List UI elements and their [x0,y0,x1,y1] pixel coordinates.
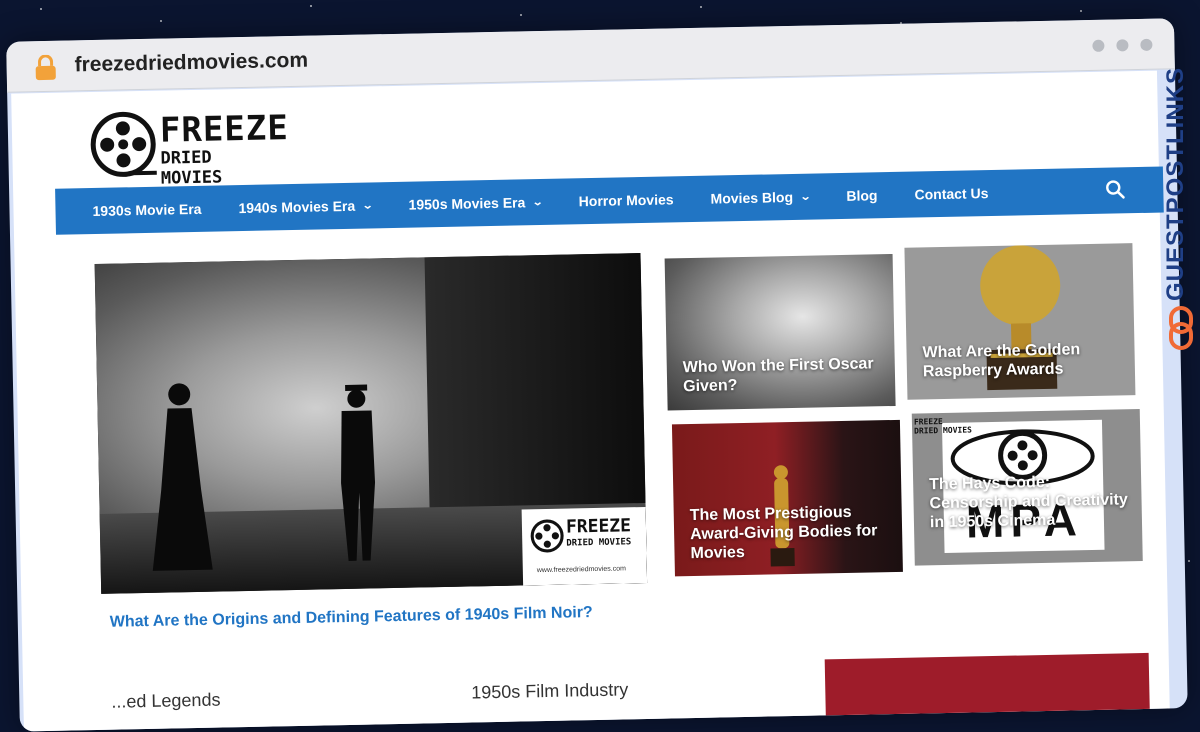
hero-article-link[interactable]: What Are the Origins and Defining Featur… [110,604,593,632]
star [40,8,42,10]
article-card-title[interactable]: The Most Prestigious Award-Giving Bodies… [690,502,891,563]
chevron-down-icon: ⌄ [361,199,374,212]
nav-item-blog[interactable]: Blog [827,187,895,204]
man-silhouette-icon [341,384,376,561]
window-dot[interactable] [1140,38,1153,51]
nav-item-label: 1950s Movies Era [408,194,526,213]
brand-text-b: LINKS [1162,66,1189,144]
watermark-subtitle: DRIED MOVIES [566,537,632,549]
window-controls [1092,38,1153,52]
watermark-title: FREEZE [565,515,632,538]
nav-item-label: Movies Blog [710,188,794,207]
star [700,6,702,8]
nav-item-1940s[interactable]: 1940s Movies Era ⌄ [219,197,389,216]
web-page: FREEZE DRIED MOVIES 1930s Movie Era 1940… [11,70,1170,732]
star [520,14,522,16]
article-card[interactable]: What Are the Golden Raspberry Awards [904,243,1136,400]
woman-silhouette-icon [152,383,213,571]
article-card[interactable]: MPA FREEZE DRIED MOVIES The Hays Code: C… [911,409,1143,566]
film-reel-icon [530,519,564,553]
logo-title: FREEZE [159,108,290,151]
site-logo[interactable]: FREEZE DRIED MOVIES [90,108,289,192]
nav-item-1950s[interactable]: 1950s Movies Era ⌄ [389,194,559,213]
star [1188,560,1190,562]
nav-item-label: 1930s Movie Era [92,200,202,220]
article-card[interactable]: Who Won the First Oscar Given? [664,253,896,411]
browser-window: freezedriedmovies.com FREEZE DRIED MOVIE… [6,18,1188,732]
nav-item-label: Horror Movies [578,191,674,210]
hero-image[interactable]: FREEZE DRIED MOVIES www.freezedriedmovie… [94,253,648,594]
star [1080,10,1082,12]
nav-item-movies-blog[interactable]: Movies Blog ⌄ [691,188,827,207]
nav-item-horror[interactable]: Horror Movies [560,191,692,210]
nav-item-label: Blog [846,187,878,204]
brand-text-a: GUESTPOST [1162,143,1189,302]
star [310,5,312,7]
star [160,20,162,22]
chevron-down-icon: ⌄ [531,196,544,208]
link-chain-icon [1169,306,1193,350]
card-watermark: FREEZE DRIED MOVIES [914,416,972,436]
nav-item-1930s[interactable]: 1930s Movie Era [55,200,219,219]
article-heading-partial[interactable]: ...ed Legends [111,690,220,713]
article-card-title[interactable]: Who Won the First Oscar Given? [683,354,884,396]
guestpostlinks-text: GUESTPOSTLINKS [1162,54,1190,314]
card-watermark-subtitle: DRIED MOVIES [914,425,972,436]
watermark-logo: FREEZE DRIED MOVIES www.freezedriedmovie… [521,506,648,586]
nav-item-label: 1940s Movies Era [238,197,356,217]
window-dot[interactable] [1092,39,1105,52]
film-reel-icon [90,111,157,177]
guestpostlinks-banner: GUESTPOSTLINKS [1158,55,1198,355]
promo-image[interactable] [824,652,1150,720]
article-card-title[interactable]: What Are the Golden Raspberry Awards [922,339,1123,381]
chevron-down-icon: ⌄ [799,191,812,203]
search-icon[interactable] [1105,179,1125,199]
article-card[interactable]: The Most Prestigious Award-Giving Bodies… [671,419,903,577]
article-card-title[interactable]: The Hays Code: Censorship and Creativity… [929,471,1130,532]
watermark-url: www.freezedriedmovies.com [536,565,626,575]
article-heading-partial[interactable]: 1950s Film Industry [471,679,628,703]
nav-item-label: Contact Us [914,185,989,203]
window-dot[interactable] [1116,39,1129,52]
url-text[interactable]: freezedriedmovies.com [74,49,308,78]
lock-icon [35,54,56,81]
nav-item-contact[interactable]: Contact Us [895,185,1006,203]
